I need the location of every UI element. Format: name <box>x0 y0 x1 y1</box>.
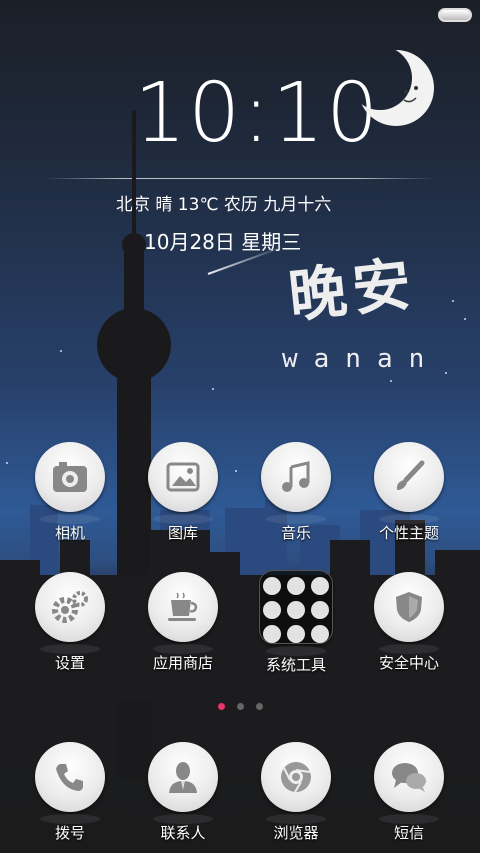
dock-contacts[interactable]: 联系人 <box>128 742 238 843</box>
browser-icon <box>261 742 331 812</box>
app-settings[interactable]: 设置 <box>15 572 125 673</box>
app-label: 拨号 <box>54 824 85 842</box>
contacts-icon <box>148 742 218 812</box>
camera-icon <box>35 442 105 512</box>
folder-icon <box>259 570 333 644</box>
app-music[interactable]: 音乐 <box>241 442 351 543</box>
app-label: 图库 <box>167 524 198 542</box>
app-label: 联系人 <box>160 824 206 842</box>
app-label: 应用商店 <box>152 654 213 672</box>
gallery-icon <box>148 442 218 512</box>
app-label: 个性主题 <box>378 524 439 542</box>
dock-phone[interactable]: 拨号 <box>15 742 125 843</box>
page-indicator <box>218 703 263 710</box>
app-label: 短信 <box>393 824 424 842</box>
theme-brush-icon <box>374 442 444 512</box>
app-store[interactable]: 应用商店 <box>128 572 238 673</box>
phone-icon <box>35 742 105 812</box>
app-label: 设置 <box>54 654 85 672</box>
app-label: 浏览器 <box>273 824 319 842</box>
app-camera[interactable]: 相机 <box>15 442 125 543</box>
dock-browser[interactable]: 浏览器 <box>241 742 351 843</box>
app-label: 相机 <box>54 524 85 542</box>
app-security[interactable]: 安全中心 <box>354 572 464 673</box>
app-label: 音乐 <box>280 524 311 542</box>
app-label: 安全中心 <box>378 654 439 672</box>
settings-gear-icon <box>35 572 105 642</box>
dock-messages[interactable]: 短信 <box>354 742 464 843</box>
app-system-tools[interactable]: 系统工具 <box>241 570 351 675</box>
shield-icon <box>374 572 444 642</box>
page-dot[interactable] <box>237 703 244 710</box>
tv-tower-silhouette <box>97 110 171 778</box>
message-icon <box>374 742 444 812</box>
app-theme[interactable]: 个性主题 <box>354 442 464 543</box>
app-gallery[interactable]: 图库 <box>128 442 238 543</box>
app-label: 系统工具 <box>265 656 326 674</box>
music-icon <box>261 442 331 512</box>
app-store-cup-icon <box>148 572 218 642</box>
page-dot-active[interactable] <box>218 703 225 710</box>
page-dot[interactable] <box>256 703 263 710</box>
